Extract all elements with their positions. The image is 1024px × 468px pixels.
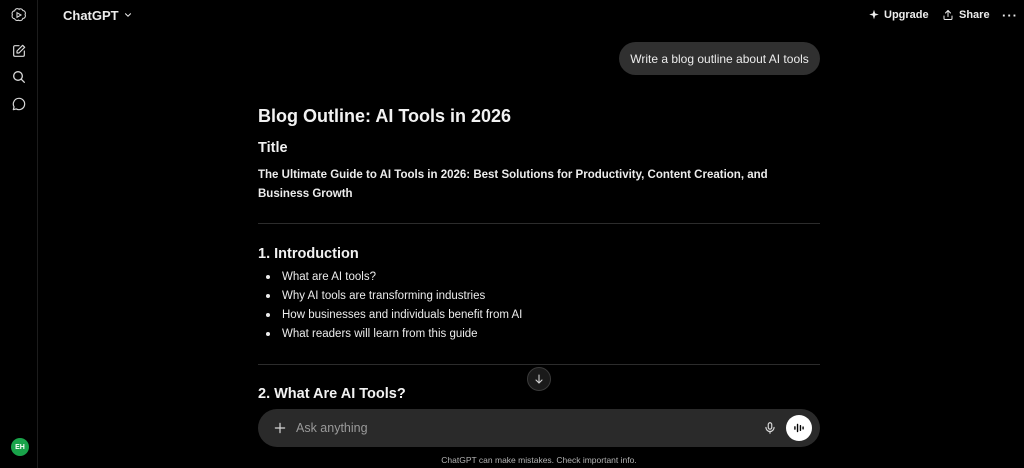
voice-waveform-icon	[794, 423, 804, 433]
scroll-to-bottom-button[interactable]	[527, 367, 551, 391]
disclaimer-text: ChatGPT can make mistakes. Check importa…	[441, 455, 637, 465]
share-button[interactable]: Share	[942, 6, 990, 24]
section-heading-introduction: 1. Introduction	[258, 246, 359, 262]
response-heading: Blog Outline: AI Tools in 2026	[258, 106, 512, 126]
upgrade-label: Upgrade	[884, 9, 929, 21]
introduction-bullet-list: What are AI tools? Why AI tools are tran…	[258, 268, 820, 344]
message-composer	[258, 409, 820, 447]
title-text: The Ultimate Guide to AI Tools in 2026: …	[258, 169, 768, 200]
list-item: What readers will learn from this guide	[258, 325, 820, 344]
chat-bubble-icon[interactable]	[9, 94, 29, 114]
model-selector[interactable]: ChatGPT	[63, 6, 133, 24]
list-item: Why AI tools are transforming industries	[258, 287, 820, 306]
share-icon	[943, 10, 953, 20]
ellipsis-icon: ···	[1002, 7, 1018, 23]
chatgpt-app: EH ChatGPT Upgrade Share ··· Write a blo…	[0, 0, 1024, 468]
user-avatar[interactable]: EH	[11, 438, 29, 456]
title-heading: Title	[258, 140, 288, 156]
user-message-bubble: Write a blog outline about AI tools	[619, 42, 820, 75]
new-chat-icon[interactable]	[9, 41, 29, 61]
upgrade-button[interactable]: Upgrade	[868, 6, 929, 24]
divider	[258, 364, 820, 365]
share-label: Share	[959, 9, 990, 21]
list-item: What are AI tools?	[258, 268, 820, 287]
top-header: ChatGPT Upgrade Share ···	[38, 0, 1024, 30]
openai-logo-icon[interactable]	[9, 5, 29, 25]
voice-mode-button[interactable]	[786, 415, 812, 441]
more-options-button[interactable]: ···	[1001, 6, 1019, 24]
plus-icon	[274, 422, 286, 434]
search-icon[interactable]	[9, 67, 29, 87]
add-attachment-button[interactable]	[270, 418, 290, 438]
divider	[258, 223, 820, 224]
prompt-input[interactable]	[296, 418, 746, 438]
sidebar-rail: EH	[0, 0, 38, 468]
arrow-down-icon	[535, 374, 543, 384]
microphone-icon	[765, 422, 775, 434]
chevron-down-icon	[124, 13, 131, 17]
avatar-initials: EH	[15, 443, 25, 451]
sparkle-icon	[869, 9, 879, 20]
dictate-button[interactable]	[760, 418, 780, 438]
user-message-text: Write a blog outline about AI tools	[630, 51, 809, 66]
list-item: How businesses and individuals benefit f…	[258, 306, 820, 325]
model-name: ChatGPT	[63, 7, 119, 23]
